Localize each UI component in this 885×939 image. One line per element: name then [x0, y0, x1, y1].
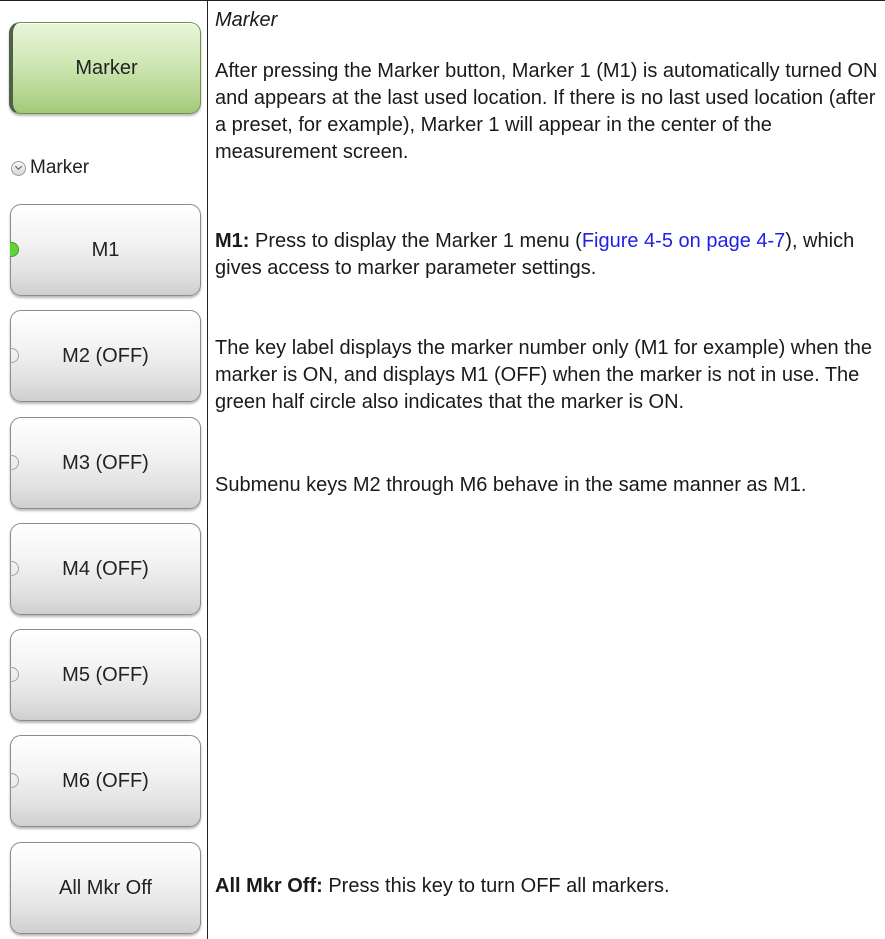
submenu-heading: Marker: [11, 157, 89, 179]
off-indicator-icon: [10, 561, 19, 576]
submenu-heading-label: Marker: [30, 157, 90, 178]
m2-button-label: M2 (OFF): [62, 344, 149, 367]
all-markers-off-text: Press this key to turn OFF all markers.: [322, 875, 670, 897]
on-indicator-icon: [10, 242, 19, 257]
all-markers-off-label: All Mkr Off: [59, 876, 152, 899]
m3-button[interactable]: M3 (OFF): [10, 417, 201, 509]
chevron-down-icon: [11, 160, 26, 176]
column-divider: [207, 0, 208, 939]
off-indicator-icon: [10, 667, 19, 682]
m3-button-label: M3 (OFF): [62, 451, 149, 474]
section-heading: Marker: [215, 9, 278, 31]
off-indicator-icon: [10, 773, 19, 788]
m5-button[interactable]: M5 (OFF): [10, 629, 201, 721]
off-indicator-icon: [10, 455, 19, 470]
off-indicator-icon: [10, 348, 19, 363]
m1-button-label: M1: [91, 238, 120, 261]
marker-description: After pressing the Marker button, Marker…: [215, 60, 878, 163]
m5-button-label: M5 (OFF): [62, 663, 149, 686]
all-markers-off-button[interactable]: All Mkr Off: [10, 842, 201, 934]
m2-button[interactable]: M2 (OFF): [10, 310, 201, 402]
figure-link[interactable]: Figure 4-5 on page 4-7: [582, 230, 785, 252]
marker-button-label: Marker: [75, 56, 138, 79]
submenu-keys-description: Submenu keys M2 through M6 behave in the…: [215, 474, 807, 496]
all-markers-off-term: All Mkr Off:: [215, 875, 323, 897]
m6-button-label: M6 (OFF): [62, 769, 149, 792]
m1-description: M1: Press to display the Marker 1 menu (…: [215, 228, 880, 282]
marker-button[interactable]: Marker: [9, 22, 201, 114]
m4-button-label: M4 (OFF): [62, 557, 149, 580]
m1-text-a: Press to display the Marker 1 menu (: [249, 230, 582, 252]
key-label-description: The key label displays the marker number…: [215, 337, 872, 413]
all-markers-off-description: All Mkr Off: Press this key to turn OFF …: [215, 873, 880, 900]
m4-button[interactable]: M4 (OFF): [10, 523, 201, 615]
m1-term: M1:: [215, 230, 250, 252]
m1-button[interactable]: M1: [10, 204, 201, 296]
m6-button[interactable]: M6 (OFF): [10, 735, 201, 827]
top-rule: [0, 0, 885, 1]
